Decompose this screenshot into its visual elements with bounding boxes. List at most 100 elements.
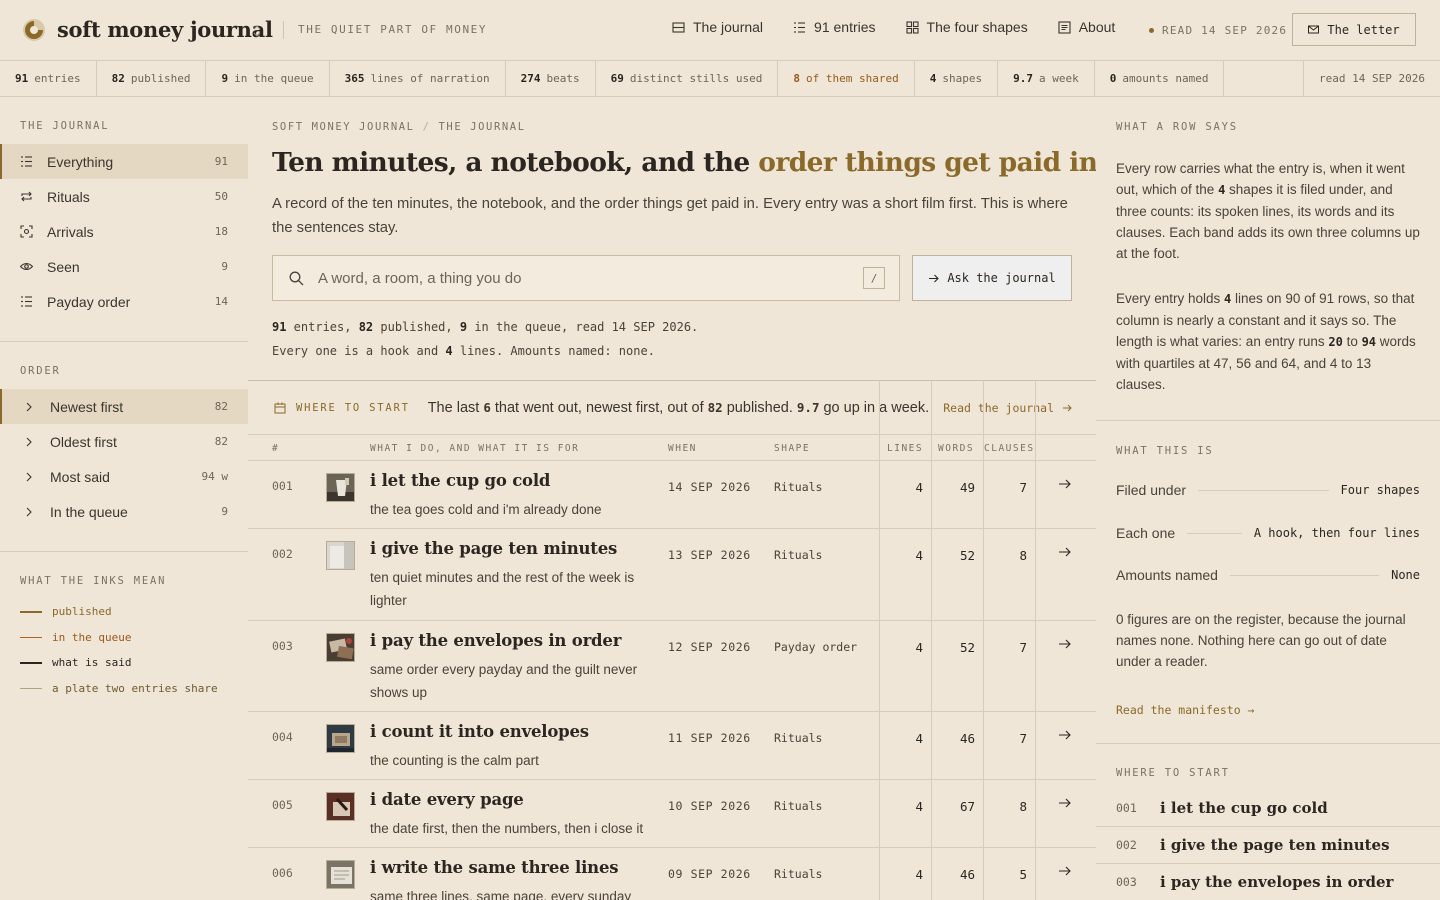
stat-stills: 69 distinct stills used: [596, 61, 779, 96]
start-pick[interactable]: 002 i give the page ten minutes: [1096, 827, 1440, 864]
sidebar-title: ORDER: [20, 365, 61, 377]
search-input[interactable]: [318, 269, 863, 287]
nav-entries[interactable]: 91 entries: [793, 19, 876, 35]
entry-thumbnail: [326, 860, 355, 889]
repeat-icon: [21, 191, 32, 202]
entry-thumbnail: [326, 792, 355, 821]
read-date: READ 14 SEP 2026: [1149, 24, 1287, 37]
legend-item: what is said: [0, 650, 248, 676]
legend-swatch: [20, 687, 42, 689]
left-sidebar: THE JOURNAL Everything 91 Rituals 50 Arr…: [0, 97, 248, 900]
legend-swatch: [20, 611, 42, 613]
sidebar-order-newest[interactable]: Newest first 82: [0, 389, 248, 424]
stat-week: 9.7 a week: [998, 61, 1095, 96]
read-the-journal-link[interactable]: Read the journal: [943, 401, 1072, 415]
document-icon: [1058, 20, 1071, 34]
col-clauses[interactable]: CLAUSES: [984, 443, 1035, 454]
header-divider: [283, 21, 284, 39]
list-icon: [794, 21, 806, 33]
nav-label: The journal: [693, 19, 764, 35]
status-dot-icon: [1149, 28, 1154, 33]
sidebar-item-rituals[interactable]: Rituals 50: [0, 179, 248, 214]
table-row[interactable]: 006 i write the same three lines same th…: [248, 848, 1096, 900]
chevron-updown-icon[interactable]: [252, 24, 262, 38]
grid-icon: [905, 20, 919, 34]
table-row[interactable]: 005 i date every page the date first, th…: [248, 780, 1096, 848]
entry-thumbnail: [326, 541, 355, 570]
legend-item: a plate two entries share: [0, 676, 248, 702]
eye-icon: [20, 262, 33, 271]
where-to-start-text: The last 6 that went out, newest first, …: [427, 399, 930, 416]
table-row[interactable]: 004 i count it into envelopes the counti…: [248, 712, 1096, 780]
arrow-right-icon[interactable]: [1058, 864, 1072, 878]
sidebar-item-seen[interactable]: Seen 9: [0, 249, 248, 284]
stat-queue: 9 in the queue: [206, 61, 330, 96]
what-this-is-title: WHAT THIS IS: [1116, 445, 1214, 457]
fact-amounts-named: Amounts named None: [1116, 567, 1420, 583]
tagline: THE QUIET PART OF MONEY: [298, 23, 488, 36]
nav-label: About: [1078, 19, 1116, 35]
col-num: #: [272, 443, 280, 454]
fact-each-one: Each one A hook, then four lines: [1116, 525, 1420, 541]
table-row[interactable]: 002 i give the page ten minutes ten quie…: [248, 529, 1096, 621]
table-row[interactable]: 001 i let the cup go cold the tea goes c…: [248, 461, 1096, 529]
arrow-right-icon[interactable]: [1058, 796, 1072, 810]
nav-about[interactable]: About: [1058, 19, 1116, 35]
arrow-right-icon[interactable]: [1058, 477, 1072, 491]
row-says-detail: Every entry holds 4 lines on 90 of 91 ro…: [1116, 291, 1416, 392]
where-to-start-band: WHERE TO START The last 6 that went out,…: [248, 380, 1096, 435]
brand[interactable]: soft money journal: [22, 17, 273, 42]
the-letter-button[interactable]: The letter: [1292, 13, 1416, 46]
cup-still-image: [327, 474, 354, 501]
stat-read-date: read 14 SEP 2026: [1303, 61, 1440, 96]
journal-icon: [672, 21, 685, 33]
sidebar-order-oldest[interactable]: Oldest first 82: [0, 424, 248, 459]
mail-icon: [1308, 25, 1320, 34]
arrow-right-icon[interactable]: [1058, 545, 1072, 559]
panel-divider: [1096, 420, 1440, 421]
sidebar-item-arrivals[interactable]: Arrivals 18: [0, 214, 248, 249]
breadcrumb-root[interactable]: SOFT MONEY JOURNAL: [272, 121, 415, 133]
start-pick[interactable]: 001 i let the cup go cold: [1096, 790, 1440, 827]
chevron-right-icon: [26, 402, 32, 411]
nav-four-shapes[interactable]: The four shapes: [905, 19, 1028, 35]
stat-published: 82 published: [97, 61, 207, 96]
nav-the-journal[interactable]: The journal: [672, 19, 763, 35]
page-still-image: [327, 542, 354, 569]
table-row[interactable]: 003 i pay the envelopes in order same or…: [248, 621, 1096, 712]
sidebar-order-queue[interactable]: In the queue 9: [0, 494, 248, 529]
col-shape[interactable]: SHAPE: [774, 443, 810, 454]
chevron-right-icon: [26, 507, 32, 516]
table-header: # WHAT I DO, AND WHAT IT IS FOR WHEN SHA…: [248, 435, 1096, 461]
ask-the-journal-button[interactable]: Ask the journal: [912, 255, 1072, 301]
focus-icon: [20, 225, 33, 238]
arrow-right-icon: [1063, 404, 1072, 412]
arrow-right-icon[interactable]: [1058, 728, 1072, 742]
stat-shapes: 4 shapes: [915, 61, 999, 96]
arrow-right-icon[interactable]: [1058, 637, 1072, 651]
col-words[interactable]: WORDS: [938, 443, 974, 454]
stat-lines: 365 lines of narration: [330, 61, 506, 96]
col-when[interactable]: WHEN: [668, 443, 697, 454]
page-lede: A record of the ten minutes, the noteboo…: [272, 196, 1068, 236]
main-content: SOFT MONEY JOURNAL / THE JOURNAL Ten minut…: [248, 97, 1096, 900]
legend-item: published: [0, 599, 248, 625]
read-the-manifesto-link[interactable]: Read the manifesto →: [1116, 703, 1254, 717]
page-title: Ten minutes, a notebook, and the order t…: [272, 147, 1096, 178]
brand-logo-icon: [23, 18, 45, 41]
start-pick[interactable]: 003 i pay the envelopes in order: [1096, 864, 1440, 900]
right-panel: WHAT A ROW SAYS Every row carries what t…: [1096, 97, 1440, 900]
legend-swatch: [20, 662, 42, 664]
sidebar-item-payday-order[interactable]: Payday order 14: [0, 284, 248, 319]
fact-filed-under: Filed under Four shapes: [1116, 482, 1420, 498]
sidebar-item-everything[interactable]: Everything 91: [0, 144, 248, 179]
stats-strip: 91 entries 82 published 9 in the queue 365 l…: [0, 61, 1440, 97]
notebook-still-image: [327, 861, 354, 888]
stat-beats: 274 beats: [506, 61, 596, 96]
envelopes-still-image: [327, 634, 354, 661]
search-icon: [289, 271, 304, 285]
col-lines[interactable]: LINES: [887, 443, 923, 454]
sidebar-order-most-said[interactable]: Most said 94 w: [0, 459, 248, 494]
nav-label: 91 entries: [814, 19, 876, 35]
panel-divider: [1096, 743, 1440, 744]
